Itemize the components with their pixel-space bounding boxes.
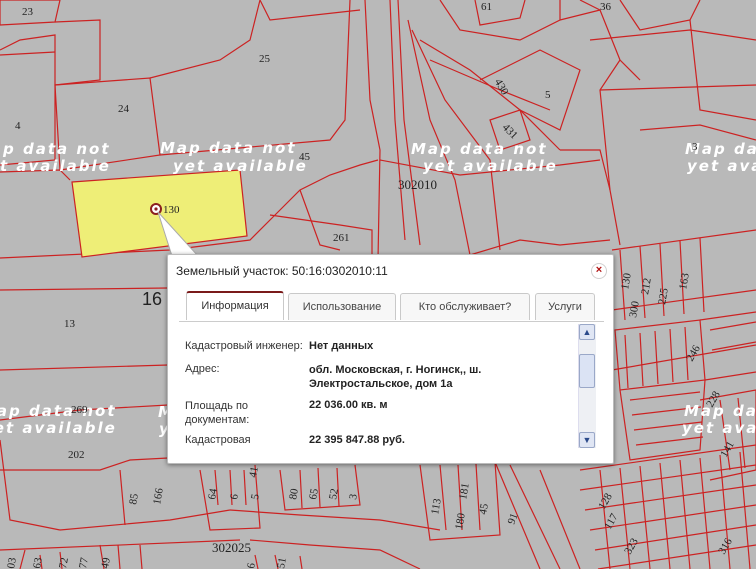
tab-who-serves[interactable]: Кто обслуживает? [400,293,530,320]
row-label: Адрес: [185,363,220,375]
svg-text:269: 269 [71,404,88,416]
svg-text:yet available: yet available [0,419,117,437]
svg-text:61: 61 [481,1,492,13]
scroll-up-icon[interactable]: ▲ [579,324,595,340]
svg-text:3: 3 [692,141,698,153]
svg-text:4: 4 [15,120,21,132]
svg-text:yet available: yet available [173,157,308,175]
block-label: 16 [142,289,162,309]
svg-text:41: 41 [247,466,261,479]
tab-services[interactable]: Услуги [535,293,595,320]
popup-tabs: Информация Использование Кто обслуживает… [186,291,596,321]
svg-text:Map data not: Map data not [0,402,117,420]
tab-info[interactable]: Информация [186,291,284,320]
svg-text:52: 52 [327,488,341,501]
svg-text:5: 5 [545,89,551,101]
svg-text:25: 25 [259,53,271,65]
row-value: 22 395 847.88 руб. [309,434,405,446]
scroll-thumb[interactable] [579,354,595,388]
svg-text:45: 45 [299,151,311,163]
close-icon[interactable]: × [591,263,607,279]
svg-text:23: 23 [22,6,34,18]
svg-text:Map data not: Map data not [411,140,548,158]
row-label: Площадь по документам: [185,400,250,426]
popup-title: Земельный участок: 50:16:0302010:11 [176,264,388,278]
svg-text:yet available: yet available [0,157,111,175]
zone-label: 302025 [212,540,251,555]
content-scrollbar[interactable]: ▲ ▼ [578,324,596,448]
row-value: 22 036.00 кв. м [309,399,388,411]
svg-text:51: 51 [275,557,289,569]
tab-usage[interactable]: Использование [288,293,396,320]
svg-text:yet available: yet available [423,157,558,175]
row-value: обл. Московская, г. Ногинск,, ш. Электро… [309,364,482,390]
svg-text:202: 202 [68,449,85,461]
row-label: Кадастровая [185,434,251,446]
svg-text:yet available: yet available [682,419,756,437]
svg-text:261: 261 [333,232,350,244]
map-watermark: Map data not [160,139,297,157]
svg-text:yet available: yet available [687,157,756,175]
svg-text:24: 24 [118,103,130,115]
popup-content[interactable]: Кадастровый инженер: Нет данных Адрес: о… [179,321,604,452]
svg-text:130: 130 [163,204,180,216]
svg-text:13: 13 [64,318,76,330]
svg-text:72: 72 [57,557,71,569]
svg-text:36: 36 [600,1,612,13]
svg-text:Map data not: Map data not [684,402,756,420]
row-value: Нет данных [309,340,374,352]
zone-label: 302010 [398,177,437,192]
svg-text:Map data not: Map data not [0,140,111,158]
scroll-down-icon[interactable]: ▼ [579,432,595,448]
parcel-info-popup: Земельный участок: 50:16:0302010:11 × Ин… [167,254,614,464]
row-label: Кадастровый инженер: [185,340,303,352]
